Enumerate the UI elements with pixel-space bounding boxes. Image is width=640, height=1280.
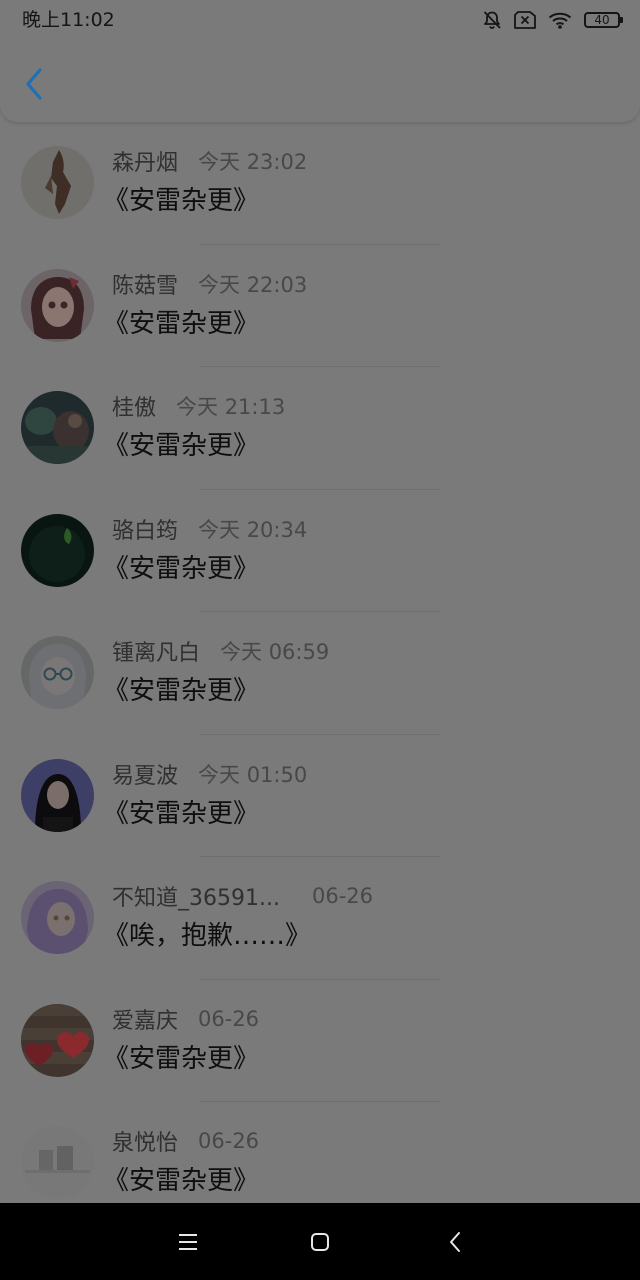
avatar[interactable] — [21, 636, 94, 709]
battery-icon: 40 — [584, 12, 623, 28]
sim-off-icon — [514, 11, 536, 29]
header-bar — [0, 40, 640, 122]
work-title[interactable]: 《唉，抱歉……》 — [103, 919, 311, 953]
work-title[interactable]: 《安雷杂更》 — [103, 674, 259, 708]
item-meta: 陈菇雪 今天 22:03 — [112, 269, 307, 299]
home-button[interactable] — [301, 1223, 339, 1261]
item-meta: 骆白筠 今天 20:34 — [112, 514, 307, 544]
post-time: 今天 21:13 — [176, 395, 286, 419]
status-time: 晚上11:02 — [22, 9, 115, 31]
avatar[interactable] — [21, 881, 94, 954]
post-time: 今天 06:59 — [220, 640, 330, 664]
avatar[interactable] — [21, 146, 94, 219]
bell-off-icon — [483, 11, 501, 29]
item-meta: 泉悦怡 06-26 — [112, 1126, 259, 1156]
list-item[interactable]: 陈菇雪 今天 22:03 《安雷杂更》 — [0, 245, 640, 367]
post-time: 06-26 — [311, 884, 373, 908]
work-title[interactable]: 《安雷杂更》 — [103, 1164, 259, 1198]
list-item[interactable]: 森丹烟 今天 23:02 《安雷杂更》 — [0, 122, 640, 245]
post-time: 06-26 — [198, 1129, 260, 1153]
avatar[interactable] — [21, 758, 94, 832]
item-meta: 易夏波 今天 01:50 — [112, 759, 307, 789]
author-name[interactable]: 森丹烟 — [112, 145, 178, 177]
author-name[interactable]: 易夏波 — [112, 758, 178, 790]
list-item[interactable]: 易夏波 今天 01:50 《安雷杂更》 — [0, 735, 640, 857]
status-bar: 晚上11:02 40 — [0, 0, 640, 40]
author-name[interactable]: 不知道_36591... — [112, 880, 280, 912]
work-title[interactable]: 《安雷杂更》 — [103, 184, 259, 218]
post-time: 今天 01:50 — [198, 762, 308, 787]
menu-button[interactable] — [169, 1223, 207, 1261]
item-meta: 桂傲 今天 21:13 — [112, 391, 285, 421]
author-name[interactable]: 桂傲 — [112, 390, 156, 422]
list-item[interactable]: 不知道_36591... 06-26 《唉，抱歉……》 — [0, 857, 640, 980]
list-item[interactable]: 桂傲 今天 21:13 《安雷杂更》 — [0, 367, 640, 490]
author-name[interactable]: 爱嘉庆 — [112, 1003, 178, 1035]
post-time: 06-26 — [198, 1006, 260, 1031]
work-title[interactable]: 《安雷杂更》 — [103, 1042, 259, 1076]
post-time: 今天 20:34 — [198, 517, 308, 542]
battery-level: 40 — [594, 13, 610, 27]
item-meta: 不知道_36591... 06-26 — [112, 881, 373, 911]
list-item[interactable]: 爱嘉庆 06-26 《安雷杂更》 — [0, 980, 640, 1102]
author-name[interactable]: 锺离凡白 — [112, 635, 200, 667]
avatar[interactable] — [21, 1126, 94, 1199]
item-meta: 爱嘉庆 06-26 — [112, 1004, 259, 1034]
menu-icon — [179, 1234, 197, 1250]
list-item[interactable]: 骆白筠 今天 20:34 《安雷杂更》 — [0, 490, 640, 612]
home-icon — [311, 1233, 329, 1251]
avatar[interactable] — [21, 391, 94, 464]
post-time: 今天 22:03 — [198, 272, 308, 297]
status-icons: 40 — [482, 9, 623, 31]
chevron-left-icon — [26, 68, 42, 100]
avatar[interactable] — [21, 513, 94, 587]
screen: 晚上11:02 40 森丹烟 今天 23:02 《安雷杂更》 陈菇雪 今天 22… — [0, 0, 640, 1280]
nav-back-button[interactable] — [436, 1223, 474, 1261]
item-meta: 锺离凡白 今天 06:59 — [112, 636, 329, 666]
wifi-icon — [548, 12, 572, 29]
item-meta: 森丹烟 今天 23:02 — [112, 146, 307, 176]
work-title[interactable]: 《安雷杂更》 — [103, 552, 259, 586]
author-name[interactable]: 陈菇雪 — [112, 268, 178, 300]
author-name[interactable]: 骆白筠 — [112, 513, 178, 545]
list-item[interactable]: 锺离凡白 今天 06:59 《安雷杂更》 — [0, 612, 640, 735]
author-name[interactable]: 泉悦怡 — [112, 1125, 178, 1157]
back-button[interactable] — [14, 64, 54, 104]
back-icon — [450, 1232, 460, 1252]
work-title[interactable]: 《安雷杂更》 — [103, 797, 259, 831]
work-title[interactable]: 《安雷杂更》 — [103, 429, 259, 463]
system-nav-bar — [0, 1203, 640, 1280]
avatar[interactable] — [21, 268, 94, 342]
avatar[interactable] — [21, 1003, 94, 1077]
work-title[interactable]: 《安雷杂更》 — [103, 307, 259, 341]
post-time: 今天 23:02 — [198, 150, 308, 174]
comment-list: 森丹烟 今天 23:02 《安雷杂更》 陈菇雪 今天 22:03 《安雷杂更》 … — [0, 122, 640, 1225]
